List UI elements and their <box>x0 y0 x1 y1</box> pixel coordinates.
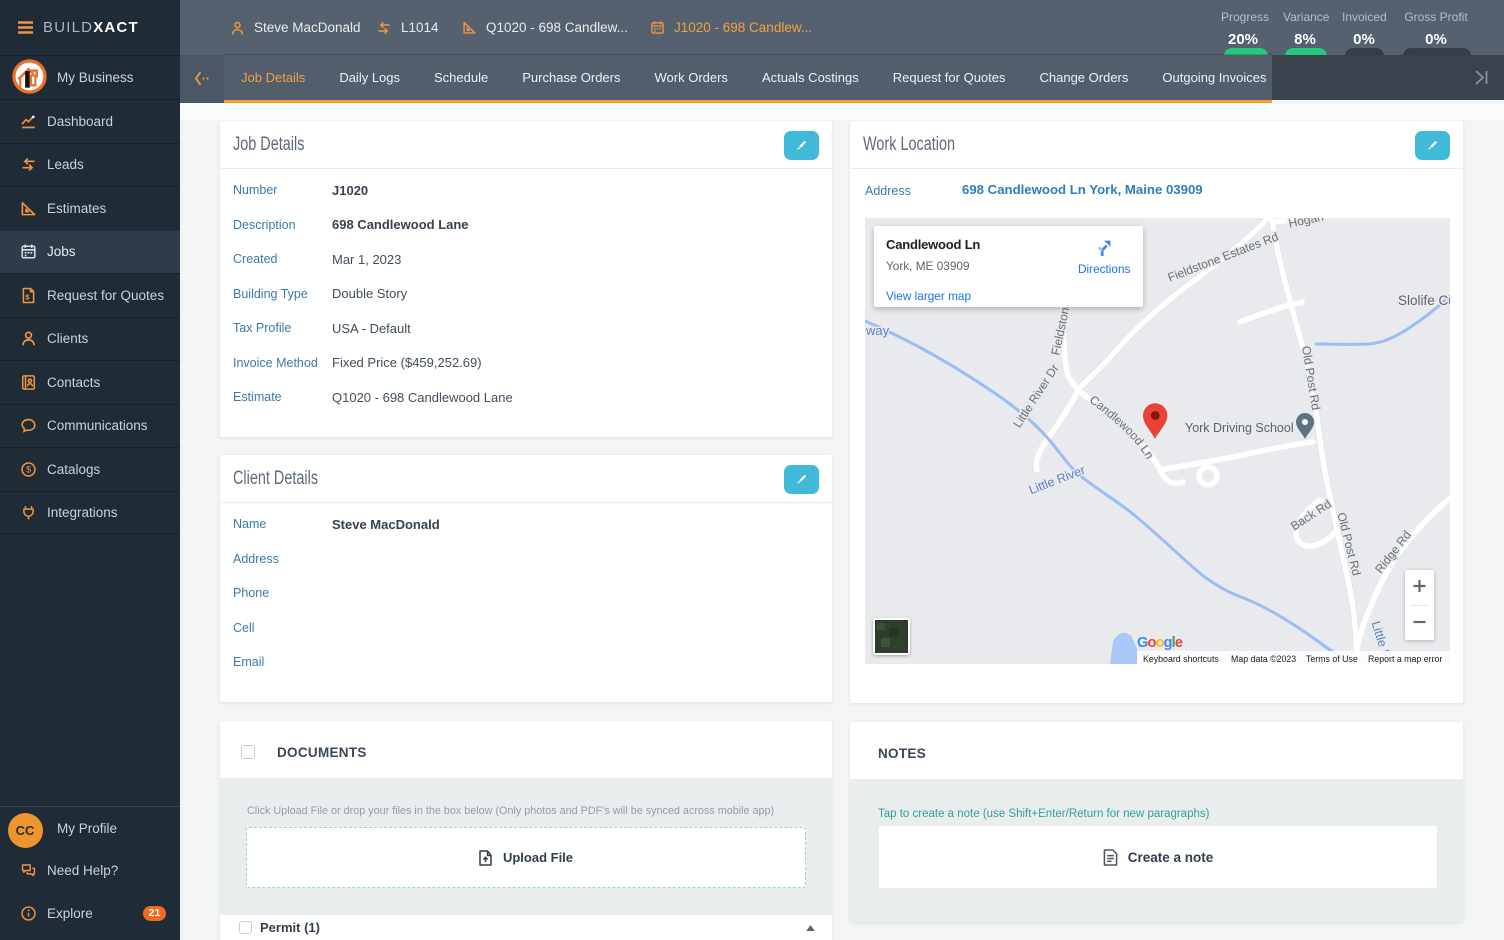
svg-text:way: way <box>865 323 890 338</box>
svg-text:$: $ <box>25 292 30 301</box>
svg-text:Candlewood Ln: Candlewood Ln <box>1087 393 1157 462</box>
svg-text:$: $ <box>26 464 31 474</box>
svg-text:Little River Dr: Little River Dr <box>1010 362 1061 431</box>
svg-text:Fieldstone: Fieldstone <box>1048 299 1073 356</box>
svg-text:Hogan: Hogan <box>1287 218 1325 231</box>
svg-text:Old Post Rd: Old Post Rd <box>1299 345 1323 411</box>
svg-text:Back Rd: Back Rd <box>1288 497 1334 533</box>
svg-text:Fieldstone Estates Rd: Fieldstone Estates Rd <box>1166 229 1281 284</box>
svg-text:Slolife Cu: Slolife Cu <box>1398 293 1450 308</box>
svg-text:York Driving School: York Driving School <box>1185 421 1294 435</box>
svg-text:Ridge Rd: Ridge Rd <box>1372 528 1414 576</box>
